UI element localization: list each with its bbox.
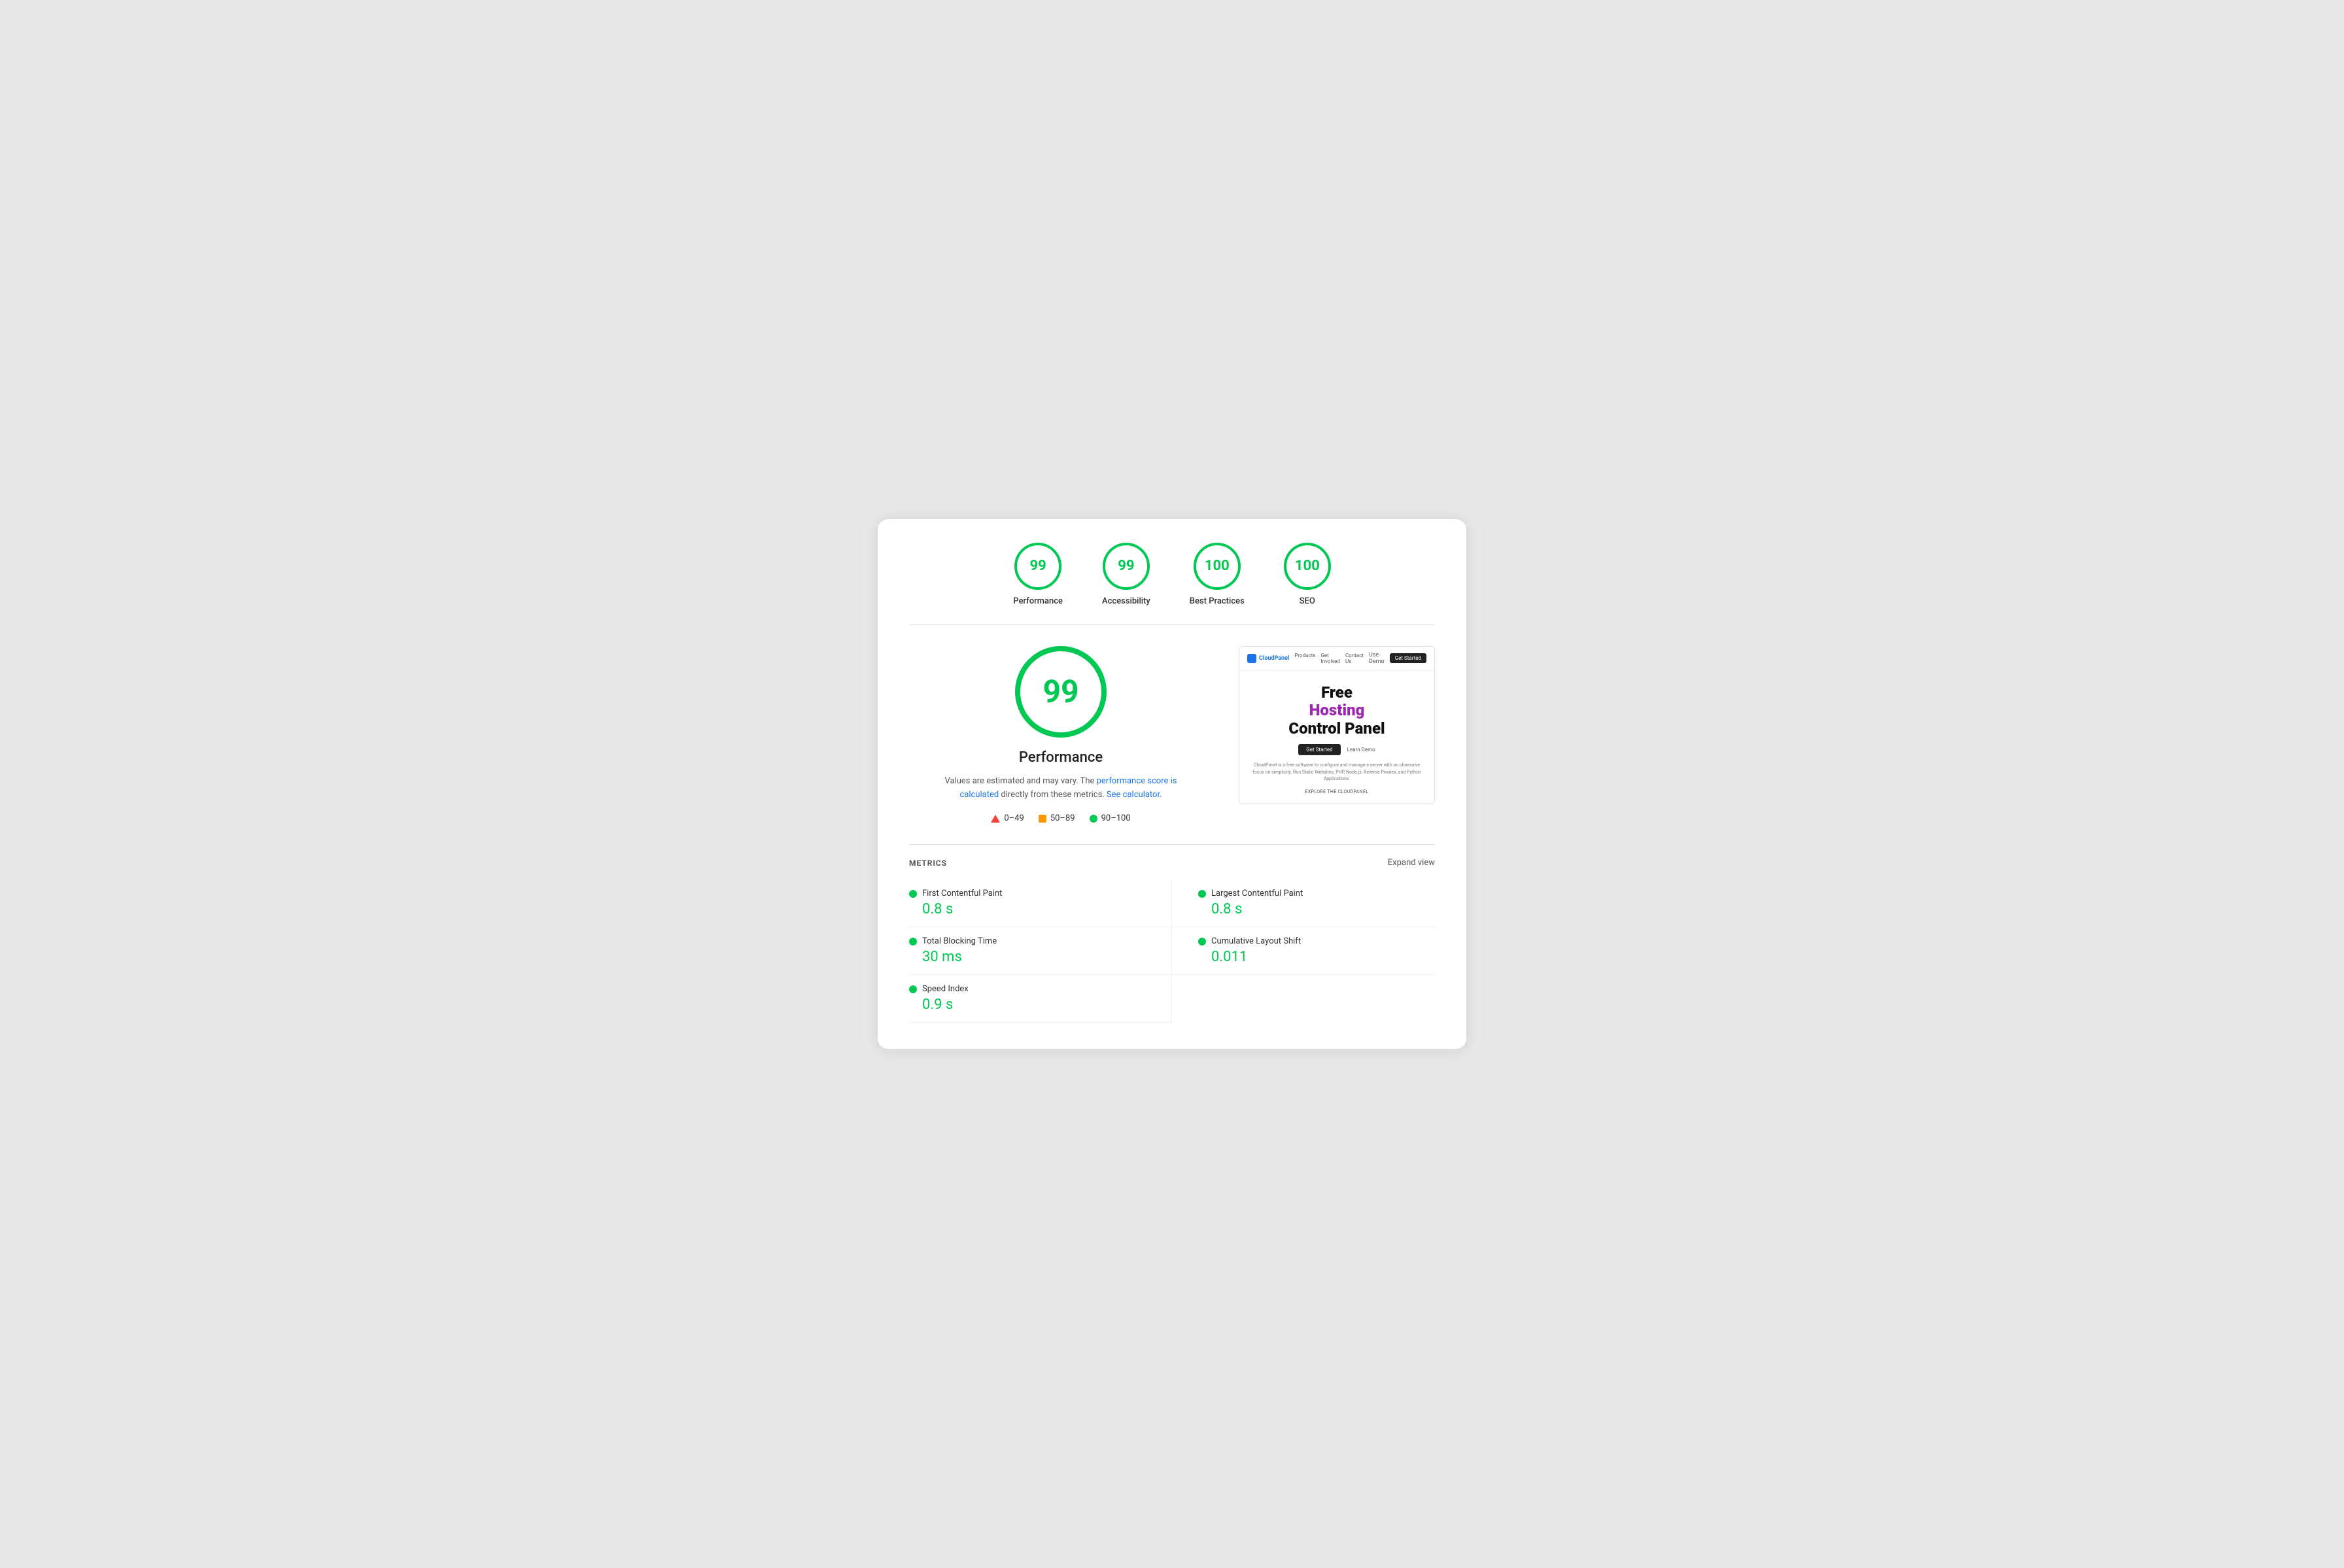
calculator-link[interactable]: See calculator. [1107,790,1162,800]
score-number-performance: 99 [1029,558,1046,574]
preview-heading: Free Hosting Control Panel [1251,684,1422,738]
metric-label: Speed Index [922,984,969,994]
score-number-seo: 100 [1295,558,1320,574]
legend-item-average: 50–89 [1039,813,1075,823]
preview-nav-links: Products Get Involved Contact Us [1294,653,1364,664]
metrics-grid: First Contentful Paint 0.8 s Largest Con… [909,879,1435,1023]
heading-control-panel: Control Panel [1288,719,1385,738]
score-item-best-practices: 100 Best Practices [1190,543,1245,606]
metric-dot [1198,938,1206,946]
description-text: Values are estimated and may vary. The p… [937,775,1185,802]
main-content: 99 Performance Values are estimated and … [909,646,1435,824]
metric-label-row: Largest Contentful Paint [1198,889,1435,898]
score-label-accessibility: Accessibility [1102,596,1150,606]
metric-label-row: Cumulative Layout Shift [1198,936,1435,946]
metric-label: Largest Contentful Paint [1211,889,1303,898]
section-title: Performance [1019,749,1103,766]
score-circle-seo: 100 [1284,543,1331,590]
metrics-header: METRICS Expand view [909,858,1435,868]
left-section: 99 Performance Values are estimated and … [909,646,1213,824]
preview-explore: EXPLORE THE CLOUDPANEL [1251,789,1422,794]
score-circle-accessibility: 99 [1103,543,1150,590]
metric-value: 0.8 s [1198,901,1435,917]
preview-buttons: Get Started Learn Demo [1251,744,1422,755]
preview-logo: CloudPanel [1247,654,1289,663]
metric-label: Total Blocking Time [922,936,997,946]
legend-range-average: 50–89 [1050,813,1075,823]
score-item-seo: 100 SEO [1284,543,1331,606]
score-item-accessibility: 99 Accessibility [1102,543,1150,606]
metric-item: Total Blocking Time 30 ms [909,927,1172,975]
metric-label-row: Speed Index [909,984,1145,994]
score-row: 99 Performance 99 Accessibility 100 Best… [909,543,1435,625]
score-number-best-practices: 100 [1205,558,1230,574]
circle-icon [1090,815,1097,823]
metrics-section: METRICS Expand view First Contentful Pai… [909,844,1435,1023]
metric-item: First Contentful Paint 0.8 s [909,879,1172,927]
square-icon [1039,815,1046,823]
preview-body: Free Hosting Control Panel Get Started L… [1239,671,1434,804]
score-number-accessibility: 99 [1118,558,1134,574]
legend-item-fail: 0–49 [991,813,1024,823]
metric-item: Speed Index 0.9 s [909,975,1172,1023]
score-circle-best-practices: 100 [1194,543,1241,590]
preview-nav-link: Get Involved [1320,653,1340,664]
heading-free: Free [1321,683,1353,702]
metric-value: 0.9 s [909,997,1145,1013]
metric-label: Cumulative Layout Shift [1211,936,1301,946]
preview-nav-link: Products [1294,653,1315,664]
legend-range-fail: 0–49 [1004,813,1024,823]
preview-nav-link: Contact Us [1345,653,1364,664]
heading-hosting: Hosting [1309,701,1365,719]
preview-use-demo: Use Demo [1369,652,1385,665]
logo-icon [1247,654,1256,663]
metric-dot [909,938,917,946]
preview-learn-demo: Learn Demo [1347,744,1375,755]
metric-label: First Contentful Paint [922,889,1002,898]
legend-row: 0–49 50–89 90–100 [991,813,1130,823]
metric-dot [1198,890,1206,898]
triangle-icon [991,815,1000,823]
preview-logo-text: CloudPanel [1259,655,1289,662]
metric-dot [909,985,917,993]
preview-desc: CloudPanel is a free software to configu… [1251,762,1422,783]
score-circle-performance: 99 [1014,543,1061,590]
metric-value: 0.8 s [909,901,1145,917]
legend-range-good: 90–100 [1101,813,1131,823]
preview-nav: CloudPanel Products Get Involved Contact U… [1239,647,1434,671]
metric-label-row: First Contentful Paint [909,889,1145,898]
metric-label-row: Total Blocking Time [909,936,1145,946]
big-score-circle: 99 [1015,646,1107,738]
expand-view-btn[interactable]: Expand view [1388,858,1435,868]
metrics-title: METRICS [909,859,947,868]
metric-value: 30 ms [909,949,1145,965]
metric-value: 0.011 [1198,949,1435,965]
score-label-performance: Performance [1013,596,1063,606]
metric-item: Cumulative Layout Shift 0.011 [1172,927,1435,975]
main-card: 99 Performance 99 Accessibility 100 Best… [878,519,1466,1049]
legend-item-good: 90–100 [1090,813,1131,823]
big-score-value: 99 [1043,673,1078,710]
score-label-seo: SEO [1300,596,1315,606]
preview-cta-btn: Get Started [1298,744,1340,755]
site-preview: CloudPanel Products Get Involved Contact U… [1239,646,1435,804]
metric-item: Largest Contentful Paint 0.8 s [1172,879,1435,927]
score-label-best-practices: Best Practices [1190,596,1245,606]
preview-get-started-nav: Get Started [1390,653,1426,663]
metric-dot [909,890,917,898]
score-item-performance: 99 Performance [1013,543,1063,606]
